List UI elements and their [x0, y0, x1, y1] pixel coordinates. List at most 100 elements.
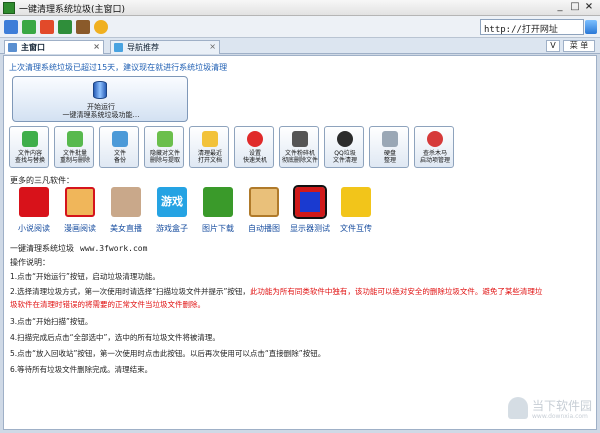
game-icon[interactable] [58, 20, 72, 34]
tool-label: 设置 [248, 150, 261, 157]
novel-icon [19, 187, 49, 217]
refresh-icon[interactable] [22, 20, 36, 34]
app-novel-reader[interactable]: 小说阅读 [10, 187, 58, 239]
home-icon[interactable] [4, 20, 18, 34]
folder-icon [202, 131, 218, 147]
app-file-transfer[interactable]: 文件互传 [332, 187, 380, 239]
site-name: 一键清理系统垃圾 [10, 244, 74, 253]
tool-label: 硬盘 [383, 150, 396, 157]
menu-button[interactable]: 菜 单 [563, 40, 595, 52]
instruction-step-2-text: 2.选择清理垃圾方式，第一次使用时请选择“扫描垃圾文件并提示”按钮， [10, 287, 250, 296]
watermark: 当下软件园 www.downxia.com [508, 395, 594, 425]
globe-icon [114, 43, 123, 52]
tool-trojan-scan-button[interactable]: 查杀木马 启动项管理 [414, 126, 454, 168]
tool-label: 备份 [113, 157, 126, 164]
person-icon[interactable] [76, 20, 90, 34]
go-icon[interactable] [585, 20, 597, 34]
app-label: 图片下载 [202, 224, 234, 233]
tab-list-button[interactable]: V [546, 40, 560, 52]
backup-icon [112, 131, 128, 147]
app-label: 文件互传 [340, 224, 372, 233]
site-url[interactable]: www.3fwork.com [80, 244, 147, 253]
more-software-label: 更多的三凡软件： [10, 176, 74, 185]
live-icon [111, 187, 141, 217]
tab-bar: 主窗口 × 导航推荐 × V 菜 单 [0, 38, 600, 54]
start-cleanup-button[interactable]: 开始运行 一键清理系统垃圾功能… [12, 76, 188, 122]
app-label: 自动播图 [248, 224, 280, 233]
app-live-stream[interactable]: 美女直播 [102, 187, 150, 239]
cleanup-notice: 上次清理系统垃圾已超过15天，建议现在就进行系统垃圾清理 [9, 63, 228, 72]
instruction-step-3: 3.点击“开始扫描”按钮。 [10, 317, 93, 326]
tool-buttons: 文件内容 查找与替换 文件批量 重制与删除 文件 备份 隐藏对文件 删除与提取 清理最近… [9, 126, 469, 168]
instruction-step-1: 1.点击“开始运行”按钮，启动垃圾清理功能。 [10, 272, 160, 281]
tool-hidden-files-button[interactable]: 隐藏对文件 删除与提取 [144, 126, 184, 168]
image-download-icon [203, 187, 233, 217]
instruction-step-4: 4.扫描完成后点击“全部选中”，选中的所有垃圾文件将被清理。 [10, 333, 220, 342]
tool-label: 查杀木马 [422, 150, 447, 157]
watermark-text: 当下软件园 [532, 399, 593, 413]
tab-main-window[interactable]: 主窗口 × [4, 40, 104, 54]
more-software-list: 小说阅读 漫画阅读 美女直播 游戏 游戏盒子 图片下载 自动播图 显示器测试 文 [10, 185, 390, 239]
tool-label: 启动项管理 [419, 157, 450, 164]
shop-icon[interactable] [40, 20, 54, 34]
toolbar: http://打开网址 [0, 16, 600, 38]
app-label: 显示器测试 [290, 224, 330, 233]
app-comic-reader[interactable]: 漫画阅读 [56, 187, 104, 239]
tab-label: 导航推荐 [127, 43, 159, 52]
app-label: 小说阅读 [18, 224, 50, 233]
tab-nav-recommend[interactable]: 导航推荐 × [110, 40, 220, 54]
tool-backup-button[interactable]: 文件 备份 [99, 126, 139, 168]
instruction-step-2: 2.选择清理垃圾方式，第一次使用时请选择“扫描垃圾文件并提示”按钮，此功能为所有… [10, 286, 590, 297]
tool-label: 清理最近 [197, 150, 222, 157]
comic-icon [65, 187, 95, 217]
tool-qq-cleanup-button[interactable]: QQ垃圾 文件清理 [324, 126, 364, 168]
power-icon [247, 131, 263, 147]
tool-label: 查找与替换 [14, 157, 45, 164]
close-button[interactable]: × [582, 1, 596, 14]
shield-icon [427, 131, 443, 147]
app-game-box[interactable]: 游戏 游戏盒子 [148, 187, 196, 239]
url-input[interactable]: http://打开网址 [480, 19, 584, 35]
title-bar: 一键清理系统垃圾(主窗口) _ □ × [0, 0, 600, 16]
minimize-button[interactable]: _ [553, 1, 567, 14]
database-icon [93, 81, 107, 99]
maximize-button[interactable]: □ [568, 1, 582, 14]
shredder-icon [292, 131, 308, 147]
instructions-title: 操作说明： [10, 258, 50, 267]
tool-label: QQ垃圾 [334, 150, 356, 157]
hidden-files-icon [157, 131, 173, 147]
start-cleanup-sublabel: 一键清理系统垃圾功能… [62, 111, 140, 119]
tool-disk-defrag-button[interactable]: 硬盘 整理 [369, 126, 409, 168]
qq-penguin-icon [337, 131, 353, 147]
app-monitor-test[interactable]: 显示器测试 [286, 185, 334, 239]
tool-label: 重制与删除 [59, 157, 90, 164]
tool-shutdown-button[interactable]: 设置 快速关机 [234, 126, 274, 168]
app-label: 美女直播 [110, 224, 142, 233]
tool-label: 打开文档 [197, 157, 222, 164]
tool-label: 整理 [383, 157, 396, 164]
app-image-download[interactable]: 图片下载 [194, 187, 242, 239]
app-slideshow[interactable]: 自动播图 [240, 187, 288, 239]
tool-label: 删除与提取 [149, 157, 180, 164]
chat-icon[interactable] [94, 20, 108, 34]
file-transfer-icon [341, 187, 371, 217]
tab-close-icon[interactable]: × [93, 42, 100, 51]
monitor-test-icon [293, 185, 327, 219]
main-panel: 上次清理系统垃圾已超过15天，建议现在就进行系统垃圾清理 开始运行 一键清理系统… [3, 55, 597, 430]
hard-disk-icon [382, 131, 398, 147]
watermark-url: www.downxia.com [532, 413, 588, 420]
tab-close-icon[interactable]: × [209, 42, 216, 51]
instruction-step-6: 6.等待所有垃圾文件删除完成。清理结束。 [10, 365, 153, 374]
window-title: 一键清理系统垃圾(主窗口) [19, 5, 126, 15]
tool-shredder-button[interactable]: 文件粉碎机 彻底删除文件 [279, 126, 319, 168]
tool-label: 文件粉碎机 [284, 150, 315, 157]
find-replace-icon [22, 131, 38, 147]
slideshow-icon [249, 187, 279, 217]
tool-batch-rename-button[interactable]: 文件批量 重制与删除 [54, 126, 94, 168]
app-label: 漫画阅读 [64, 224, 96, 233]
tab-label: 主窗口 [21, 43, 45, 52]
window-icon [8, 43, 17, 52]
tool-recent-docs-button[interactable]: 清理最近 打开文档 [189, 126, 229, 168]
tool-find-replace-button[interactable]: 文件内容 查找与替换 [9, 126, 49, 168]
tool-label: 文件内容 [17, 150, 42, 157]
